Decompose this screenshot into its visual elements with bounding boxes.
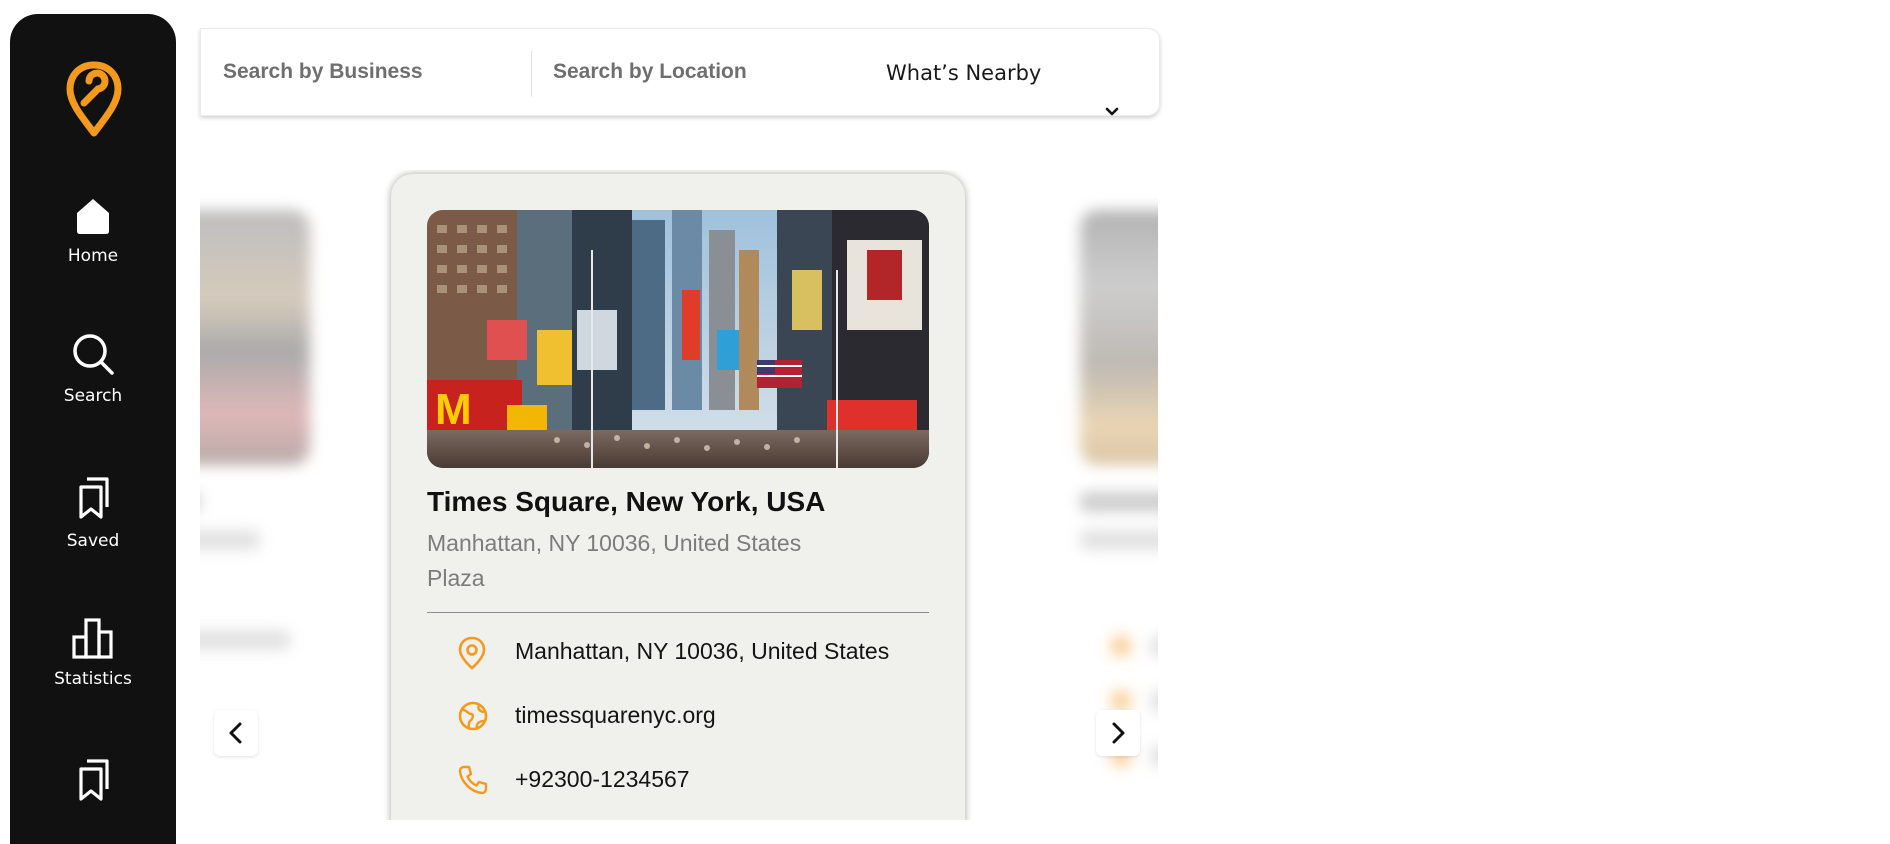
address-row: Manhattan, NY 10036, United States [457,632,917,672]
nearby-dropdown[interactable]: What’s Nearby [886,29,1141,116]
carousel-prev-button[interactable] [214,710,258,756]
carousel-next-button[interactable] [1096,710,1140,756]
nav-item-search[interactable]: Search [10,332,176,406]
phone-row[interactable]: +92300-1234567 [457,760,917,800]
nav-item-saved-2[interactable] [10,757,176,813]
location-search-input[interactable]: Search by Location [553,29,747,115]
website-link[interactable]: timessquarenyc.org [515,702,716,729]
bar-chart-icon [10,617,176,659]
nav-item-statistics[interactable]: Statistics [10,617,176,689]
nearby-dropdown-value: What’s Nearby [886,61,1042,85]
place-subtitle: Manhattan, NY 10036, United States Plaza [427,530,802,591]
nav-label-home: Home [67,246,119,266]
times-square-photo: M [427,210,929,468]
address-text: Manhattan, NY 10036, United States [515,638,890,664]
place-card[interactable]: M Times Square, New York, USA Manhattan,… [391,174,965,820]
bookmark-icon [10,757,176,803]
search-divider [531,51,532,97]
business-search-input[interactable]: Search by Business [223,29,423,115]
search-bar: Search by Business Search by Location Wh… [200,28,1160,116]
search-icon [10,332,176,376]
home-icon [10,196,176,236]
card-divider [427,612,929,613]
nav-label-search: Search [63,386,123,406]
sidebar: Home Search Saved Statistics [10,14,176,844]
nav-item-home[interactable]: Home [10,196,176,266]
nav-label-saved: Saved [66,531,120,551]
nav-label-statistics: Statistics [54,669,132,689]
svg-text:M: M [435,385,472,434]
website-row[interactable]: timessquarenyc.org [457,696,917,736]
chevron-down-icon [1105,66,1119,154]
bookmark-icon [10,475,176,521]
nav-item-saved[interactable]: Saved [10,475,176,551]
place-carousel: M Times Square, New York, USA Manhattan,… [200,170,1158,820]
phone-text[interactable]: +92300-1234567 [515,766,690,793]
place-title: Times Square, New York, USA [427,486,826,517]
map-pin-logo-icon[interactable] [66,59,122,139]
